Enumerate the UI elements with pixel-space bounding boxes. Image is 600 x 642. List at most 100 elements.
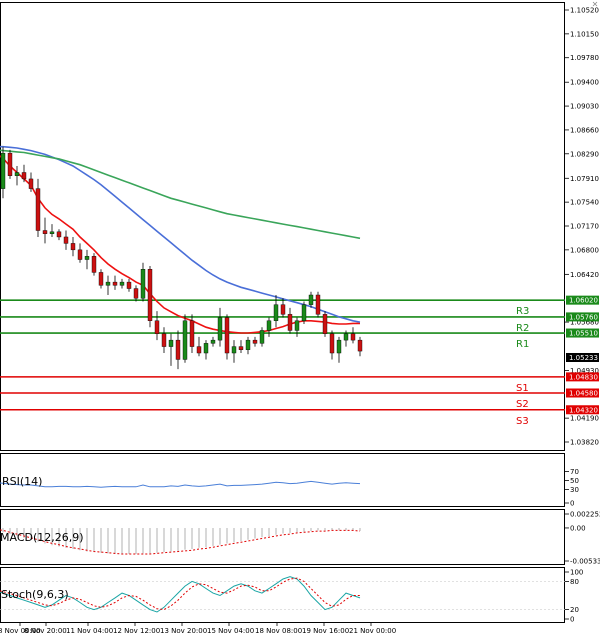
level-price-label-r2: 1.05760 <box>569 313 598 321</box>
candle-body <box>189 320 195 347</box>
candle-body <box>350 333 356 341</box>
candle-body <box>273 304 279 321</box>
candle-body <box>336 339 342 354</box>
candle-body <box>140 269 146 299</box>
candle-body <box>63 236 69 244</box>
candle-body <box>217 317 223 341</box>
candle-body <box>329 333 335 354</box>
level-name-r3: R3 <box>516 306 529 317</box>
stoch-panel[interactable]: Stoch(9,6,3) <box>0 567 565 623</box>
rsi-tick-label: 50 <box>570 477 579 485</box>
candle-body <box>196 346 202 354</box>
price-tick-label: 1.08290 <box>570 150 599 158</box>
price-tick-label: 1.08660 <box>570 126 599 134</box>
price-tick-label: 1.09400 <box>570 79 599 87</box>
candle-body <box>119 281 125 286</box>
rsi-title: RSI(14) <box>2 475 42 488</box>
candle-body <box>224 317 230 354</box>
rsi-tick-label: 0 <box>570 500 574 508</box>
macd-tick-label: 0.002252 <box>570 511 600 519</box>
candle-body <box>42 230 48 234</box>
main-price-panel[interactable]: R3R2R1S1S2S3 <box>0 2 565 451</box>
current-price-tag: 1.05233 <box>566 353 599 362</box>
candle-body <box>84 256 90 260</box>
candle-body <box>294 320 300 331</box>
candle-body <box>231 346 237 354</box>
candle-body <box>245 339 251 350</box>
time-tick-label: 12 Nov 12:00 <box>113 627 160 635</box>
candle-body <box>182 320 188 360</box>
level-price-label-s3: 1.04320 <box>569 406 598 414</box>
stoch-tick-label: 80 <box>570 578 579 586</box>
stoch-panel-frame <box>0 567 565 623</box>
time-tick-label: 13 Nov 20:00 <box>160 627 207 635</box>
candle-body <box>105 281 111 286</box>
macd-title: MACD(12,26,9) <box>0 531 84 544</box>
level-price-label-r3: 1.06020 <box>569 297 598 305</box>
price-tick-label: 1.09030 <box>570 103 599 111</box>
candle-body <box>343 333 349 341</box>
candle-body <box>287 314 293 331</box>
level-name-s3: S3 <box>516 416 529 427</box>
candle-body <box>21 172 27 180</box>
candle-body <box>301 304 307 321</box>
rsi-tick-label: 70 <box>570 468 579 476</box>
time-tick-label: 11 Nov 04:00 <box>66 627 113 635</box>
candle-body <box>168 339 174 347</box>
current-price-label: 1.05233 <box>569 354 598 362</box>
price-tick-label: 1.09780 <box>570 54 599 62</box>
rsi-panel[interactable]: RSI(14) <box>0 453 565 507</box>
time-tick-label: 21 Nov 00:00 <box>349 627 396 635</box>
price-tick-label: 1.04190 <box>570 415 599 423</box>
time-tick-label: 18 Nov 08:00 <box>255 627 302 635</box>
chart-canvas: R3R2R1S1S2S3 1.105201.101501.097801.0940… <box>0 0 600 638</box>
level-price-label-s1: 1.04830 <box>569 373 598 381</box>
price-tick-label: 1.06800 <box>570 246 599 254</box>
chart-window: R3 R2 R1 S1 S2 S3 1.10520 1.10150 1.09780 1.0940… <box>0 0 600 638</box>
price-tick-label: 1.03820 <box>570 439 599 447</box>
time-tick-label: 8 Nov 20:00 <box>24 627 67 635</box>
stoch-title: Stoch(9,6,3) <box>1 588 69 601</box>
candle-body <box>91 256 97 273</box>
main-panel-frame <box>0 2 565 451</box>
candle-body <box>210 339 216 344</box>
rsi-tick-label: 30 <box>570 486 579 494</box>
time-tick-label: 15 Nov 04:00 <box>207 627 254 635</box>
level-price-label-r1: 1.05510 <box>569 330 598 338</box>
macd-tick-label: 0.00 <box>570 524 586 532</box>
candle-body <box>175 339 181 360</box>
stoch-tick-label: 20 <box>570 606 579 614</box>
macd-panel-frame <box>0 509 565 565</box>
rsi-panel-frame <box>0 453 565 507</box>
candle-body <box>203 343 209 354</box>
candle-body <box>266 320 272 331</box>
candle-body <box>308 294 314 305</box>
candle-body <box>357 339 363 352</box>
candle-body <box>147 269 153 321</box>
price-tick-label: 1.10150 <box>570 30 599 38</box>
price-tick-label: 1.07910 <box>570 175 599 183</box>
candle-body <box>0 152 6 189</box>
candle-body <box>77 249 83 260</box>
candle-body <box>238 346 244 350</box>
stoch-tick-label: 100 <box>570 569 583 577</box>
candle-body <box>322 314 328 334</box>
price-tick-label: 1.10520 <box>570 7 599 15</box>
stoch-tick-label: 0 <box>570 616 574 624</box>
candle-body <box>7 152 13 176</box>
candle-body <box>259 330 265 344</box>
macd-panel[interactable]: MACD(12,26,9) <box>0 509 565 565</box>
candle-body <box>126 281 132 289</box>
candle-body <box>56 231 62 238</box>
candle-body <box>35 188 41 231</box>
candle-body <box>161 333 167 347</box>
candle-body <box>133 288 139 299</box>
candle-body <box>98 272 104 286</box>
level-name-s2: S2 <box>516 399 529 410</box>
price-tick-label: 1.06420 <box>570 271 599 279</box>
candle-body <box>112 281 118 286</box>
candle-body <box>154 320 160 334</box>
candle-body <box>252 339 258 344</box>
candle-body <box>315 294 321 315</box>
candle-body <box>14 172 20 176</box>
